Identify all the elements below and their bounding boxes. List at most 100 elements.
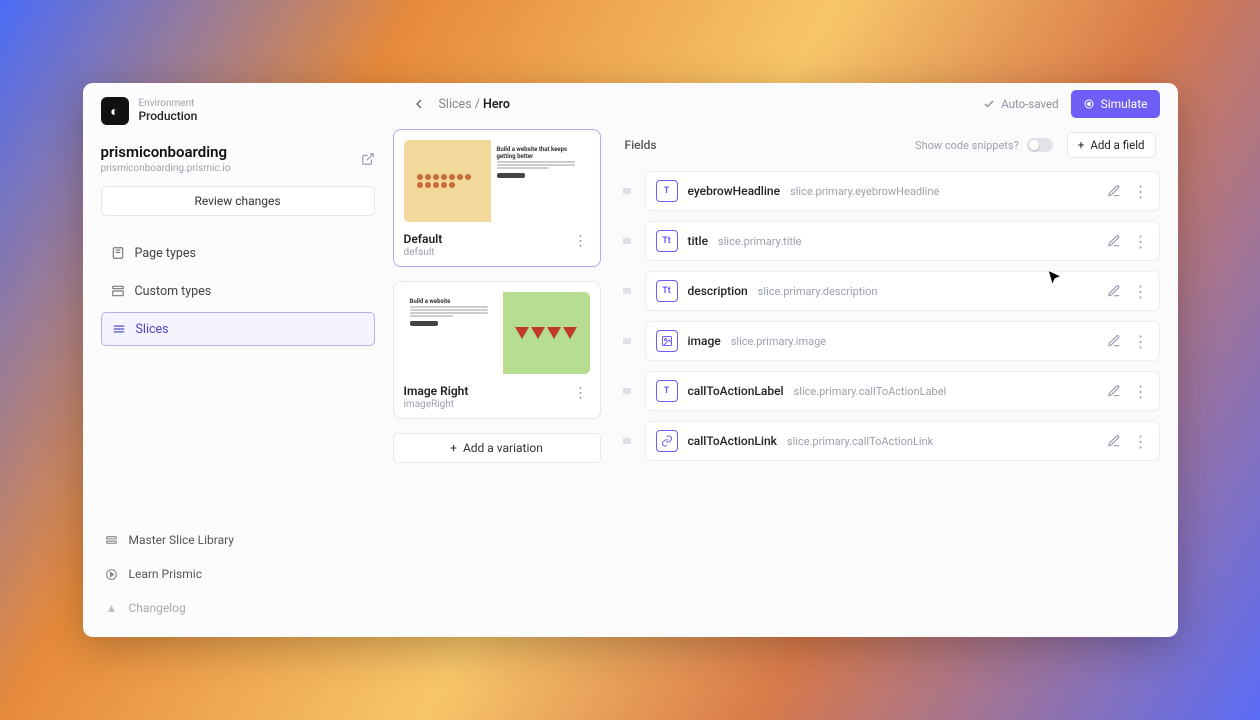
- back-button[interactable]: [411, 96, 427, 112]
- sidebar-footer: Master Slice Library Learn Prismic ▲ Cha…: [101, 527, 375, 623]
- field-path: slice.primary.callToActionLabel: [794, 385, 947, 398]
- field-row: TeyebrowHeadlineslice.primary.eyebrowHea…: [621, 171, 1160, 211]
- repo-name: prismiconboarding: [101, 143, 231, 161]
- autosaved-indicator: Auto-saved: [983, 97, 1058, 111]
- field-type-icon: Tt: [656, 230, 678, 252]
- variation-thumbnail: Build a website: [404, 292, 590, 374]
- field-card[interactable]: image slice.primary.image ⋮: [645, 321, 1160, 361]
- field-path: slice.primary.callToActionLink: [787, 435, 933, 448]
- edit-field-icon[interactable]: [1107, 284, 1121, 298]
- field-more-icon[interactable]: ⋮: [1133, 182, 1149, 201]
- learn-prismic-link[interactable]: Learn Prismic: [101, 561, 375, 587]
- changelog-link[interactable]: ▲ Changelog: [101, 595, 375, 621]
- drag-handle-icon[interactable]: [621, 185, 635, 197]
- check-icon: [983, 98, 995, 110]
- add-field-button[interactable]: + Add a field: [1067, 132, 1156, 158]
- slices-icon: [112, 322, 126, 336]
- variation-card-default[interactable]: Build a website that keeps getting bette…: [393, 129, 601, 267]
- sidebar-item-label: Custom types: [135, 284, 212, 299]
- fields-title: Fields: [625, 138, 657, 152]
- drag-handle-icon[interactable]: [621, 235, 635, 247]
- breadcrumb: Slices / Hero: [439, 97, 510, 112]
- thumb-headline: Build a website: [410, 298, 497, 305]
- review-changes-button[interactable]: Review changes: [101, 186, 375, 216]
- footer-label: Changelog: [129, 601, 186, 615]
- variation-card-image-right[interactable]: Build a website Image Right imageRight ⋮: [393, 281, 601, 419]
- fields-column: Fields Show code snippets? + Add a field…: [621, 129, 1160, 619]
- master-slice-library-link[interactable]: Master Slice Library: [101, 527, 375, 553]
- field-path: slice.primary.title: [718, 235, 801, 248]
- plus-icon: +: [1078, 138, 1085, 152]
- page-types-icon: [111, 246, 125, 260]
- app-logo: ◐: [101, 97, 129, 125]
- add-field-label: Add a field: [1090, 138, 1144, 152]
- changelog-icon: ▲: [105, 601, 119, 615]
- edit-field-icon[interactable]: [1107, 234, 1121, 248]
- field-path: slice.primary.description: [758, 285, 878, 298]
- environment-switcher[interactable]: ◐ Environment Production: [101, 97, 375, 125]
- breadcrumb-root[interactable]: Slices: [439, 97, 472, 112]
- field-row: Tttitle slice.primary.title ⋮: [621, 221, 1160, 261]
- field-card[interactable]: Ttdescriptionslice.primary.description⋮: [645, 271, 1160, 311]
- sidebar-item-label: Slices: [136, 322, 169, 337]
- drag-handle-icon[interactable]: [621, 435, 635, 447]
- edit-field-icon[interactable]: [1107, 334, 1121, 348]
- add-variation-button[interactable]: + Add a variation: [393, 433, 601, 463]
- breadcrumb-sep: /: [472, 97, 483, 112]
- field-type-icon: [656, 430, 678, 452]
- sidebar-item-label: Page types: [135, 246, 196, 261]
- field-type-icon: T: [656, 180, 678, 202]
- field-name: title: [688, 234, 709, 248]
- variation-id: default: [404, 247, 443, 258]
- field-row: callToActionLinkslice.primary.callToActi…: [621, 421, 1160, 461]
- field-more-icon[interactable]: ⋮: [1133, 332, 1149, 351]
- sidebar-item-custom-types[interactable]: Custom types: [101, 274, 375, 308]
- variation-title: Default: [404, 232, 443, 246]
- snippets-label: Show code snippets?: [915, 139, 1019, 152]
- field-card[interactable]: Tttitle slice.primary.title ⋮: [645, 221, 1160, 261]
- repo-url: prismiconboarding.prismic.io: [101, 163, 231, 174]
- variation-id: imageRight: [404, 399, 469, 410]
- field-name: image: [688, 334, 721, 348]
- footer-label: Learn Prismic: [129, 567, 203, 581]
- simulate-button[interactable]: Simulate: [1071, 90, 1160, 118]
- edit-field-icon[interactable]: [1107, 384, 1121, 398]
- custom-types-icon: [111, 284, 125, 298]
- open-external-icon[interactable]: [361, 152, 375, 166]
- drag-handle-icon[interactable]: [621, 335, 635, 347]
- field-more-icon[interactable]: ⋮: [1133, 432, 1149, 451]
- footer-label: Master Slice Library: [129, 533, 234, 547]
- toggle-switch[interactable]: [1027, 138, 1053, 152]
- field-more-icon[interactable]: ⋮: [1133, 382, 1149, 401]
- show-snippets-toggle[interactable]: Show code snippets?: [915, 138, 1053, 152]
- edit-field-icon[interactable]: [1107, 434, 1121, 448]
- field-more-icon[interactable]: ⋮: [1133, 282, 1149, 301]
- variation-thumbnail: Build a website that keeps getting bette…: [404, 140, 590, 222]
- field-path: slice.primary.eyebrowHeadline: [790, 185, 939, 198]
- env-value: Production: [139, 110, 198, 124]
- sidebar-item-slices[interactable]: Slices: [101, 312, 375, 346]
- variations-column: Build a website that keeps getting bette…: [393, 129, 601, 619]
- field-row: image slice.primary.image ⋮: [621, 321, 1160, 361]
- field-name: callToActionLabel: [688, 384, 784, 398]
- field-type-icon: [656, 330, 678, 352]
- sidebar-item-page-types[interactable]: Page types: [101, 236, 375, 270]
- field-path: slice.primary.image: [731, 335, 826, 348]
- field-list: TeyebrowHeadlineslice.primary.eyebrowHea…: [621, 171, 1160, 461]
- field-more-icon[interactable]: ⋮: [1133, 232, 1149, 251]
- field-card[interactable]: callToActionLinkslice.primary.callToActi…: [645, 421, 1160, 461]
- field-card[interactable]: TeyebrowHeadlineslice.primary.eyebrowHea…: [645, 171, 1160, 211]
- field-name: description: [688, 284, 748, 298]
- drag-handle-icon[interactable]: [621, 285, 635, 297]
- fields-header: Fields Show code snippets? + Add a field: [621, 129, 1160, 161]
- variation-more-button[interactable]: ⋮: [572, 384, 590, 402]
- edit-field-icon[interactable]: [1107, 184, 1121, 198]
- field-card[interactable]: TcallToActionLabelslice.primary.callToAc…: [645, 371, 1160, 411]
- drag-handle-icon[interactable]: [621, 385, 635, 397]
- topbar: Slices / Hero Auto-saved Simulate: [393, 83, 1178, 125]
- variation-more-button[interactable]: ⋮: [572, 232, 590, 250]
- sidebar-nav: Page types Custom types Slices: [101, 236, 375, 346]
- target-icon: [1083, 98, 1095, 110]
- review-changes-label: Review changes: [194, 194, 280, 208]
- field-row: Ttdescriptionslice.primary.description⋮: [621, 271, 1160, 311]
